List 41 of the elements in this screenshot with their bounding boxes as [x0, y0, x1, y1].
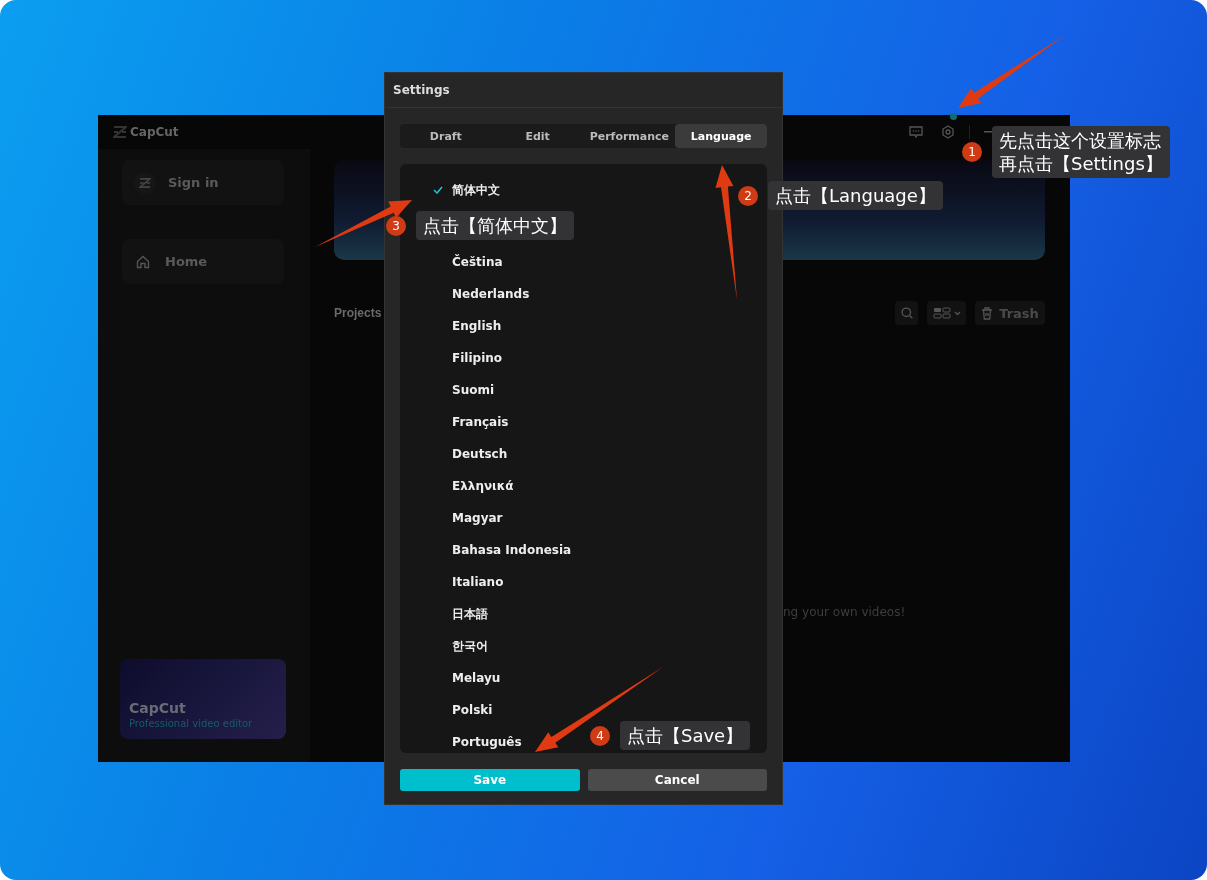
search-icon — [900, 307, 913, 319]
language-option[interactable]: 简体中文 — [433, 180, 500, 200]
settings-tab[interactable]: Language — [675, 124, 767, 148]
settings-tab[interactable]: Edit — [491, 124, 584, 148]
language-option[interactable]: Português — [433, 732, 522, 752]
cancel-button[interactable]: Cancel — [587, 769, 767, 791]
language-option[interactable]: Ελληνικά — [433, 476, 514, 496]
language-option[interactable]: Suomi — [433, 380, 495, 400]
annotation-tooltip: 点击【简体中文】 — [416, 211, 574, 240]
annotation-tooltip: 点击【Save】 — [620, 721, 751, 750]
logo-icon — [113, 126, 127, 138]
language-option[interactable]: Bahasa Indonesia — [433, 540, 572, 560]
language-option[interactable]: Nederlands — [433, 284, 530, 304]
grid-view-icon — [932, 307, 961, 319]
search-button[interactable] — [895, 301, 918, 325]
language-option[interactable]: Magyar — [433, 508, 503, 528]
language-option[interactable]: Filipino — [433, 348, 503, 368]
language-option[interactable]: Melayu — [433, 668, 501, 688]
app-logo-text: CapCut — [130, 125, 179, 139]
home-icon — [136, 254, 150, 269]
promo-title: CapCut — [129, 700, 187, 716]
language-option[interactable]: Deutsch — [433, 444, 508, 464]
language-option[interactable]: Français — [433, 412, 509, 432]
settings-tab[interactable]: Performance — [583, 124, 676, 148]
language-option[interactable]: 한국어 — [433, 636, 488, 656]
section-title: Projects — [334, 306, 382, 320]
view-toggle-button[interactable] — [927, 301, 966, 325]
annotation-tooltip: 点击【Language】 — [768, 181, 943, 210]
avatar-icon — [134, 171, 156, 194]
language-option[interactable]: English — [433, 316, 502, 336]
annotation-tooltip: 先点击这个设置标志 再点击【Settings】 — [992, 126, 1170, 178]
language-option[interactable]: Polski — [433, 700, 493, 720]
dialog-title: Settings — [385, 73, 782, 108]
settings-icon[interactable] — [941, 125, 955, 139]
language-option[interactable]: 日本語 — [433, 604, 488, 624]
language-option[interactable]: Italiano — [433, 572, 504, 592]
trash-icon — [981, 306, 994, 320]
feedback-icon[interactable] — [909, 125, 923, 139]
settings-tab[interactable]: Draft — [400, 124, 492, 148]
language-option[interactable]: Čeština — [433, 252, 503, 272]
promo-subtitle: Professional video editor — [129, 718, 254, 729]
